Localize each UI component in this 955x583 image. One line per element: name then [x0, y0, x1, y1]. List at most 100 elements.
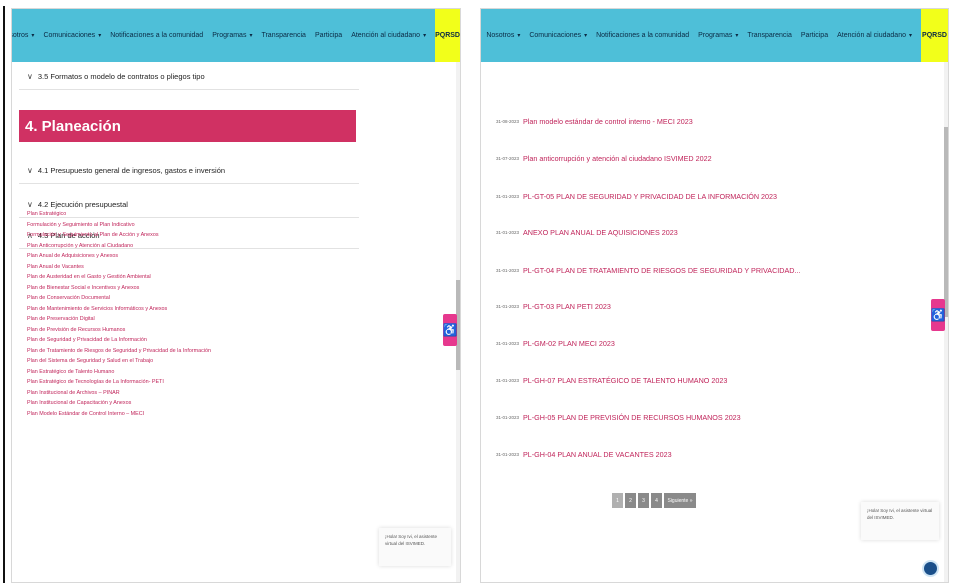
- chevron-down-icon: ▾: [735, 33, 739, 39]
- nav-item-label: Comunicaciones: [43, 32, 96, 39]
- nav-item-comunicaciones[interactable]: Comunicaciones ▾: [529, 32, 587, 39]
- nav-item-transparencia[interactable]: Transparencia: [261, 32, 306, 39]
- nav-item-notificaciones-a-la-comunidad[interactable]: Notificaciones a la comunidad: [110, 32, 203, 39]
- document-date: 31-08-2023: [496, 119, 520, 124]
- nav-item-participa[interactable]: Participa: [801, 32, 828, 39]
- plan-link[interactable]: Plan de Preservación Digital: [27, 314, 211, 325]
- accessibility-button[interactable]: ♿: [931, 299, 945, 331]
- plan-link[interactable]: Plan de Seguridad y Privacidad de La Inf…: [27, 335, 211, 346]
- plan-link[interactable]: Plan Estratégico: [27, 209, 211, 220]
- nav-item-label: Notificaciones a la comunidad: [596, 32, 690, 39]
- action-plan-list: Plan Estratégico Formulación y Seguimient…: [27, 209, 211, 419]
- document-title-link[interactable]: Plan anticorrupción y atención al ciudad…: [523, 154, 712, 163]
- nav-item-label: Participa: [800, 32, 829, 39]
- chat-launcher-icon[interactable]: [922, 560, 939, 577]
- nav-item-label: Programas: [212, 32, 247, 39]
- nav-item-nosotros[interactable]: Nosotros▾: [486, 32, 520, 39]
- document-row[interactable]: 31-01-2023 PL-GH-04 PLAN ANUAL DE VACANTE…: [496, 450, 672, 459]
- plan-link[interactable]: Plan Estratégico de Tecnologías de La In…: [27, 377, 211, 388]
- document-title-link[interactable]: PL-GT-04 PLAN DE TRATAMIENTO DE RIESGOS …: [523, 266, 800, 275]
- document-row[interactable]: 31-01-2023 PL-GM-02 PLAN MECI 2023: [496, 339, 615, 348]
- document-row[interactable]: 31-01-2023 PL-GH-05 PLAN DE PREVISIÓN DE …: [496, 413, 741, 422]
- page-button-4[interactable]: 4: [651, 493, 662, 508]
- plan-link[interactable]: Plan Modelo Estándar de Control Interno …: [27, 409, 211, 420]
- plan-link[interactable]: Plan del Sistema de Seguridad y Salud en…: [27, 356, 211, 367]
- next-page-button[interactable]: Siguiente »: [664, 493, 696, 508]
- document-title-link[interactable]: ANEXO PLAN ANUAL DE AQUISICIONES 2023: [523, 228, 678, 237]
- document-date: 31-01-2023: [496, 452, 520, 457]
- chevron-down-icon: ▾: [249, 33, 253, 39]
- accordion-label: 3.5 Formatos o modelo de contratos o pli…: [37, 72, 205, 81]
- plan-link[interactable]: Plan Institucional de Archivos – PINAR: [27, 388, 211, 399]
- plan-link[interactable]: Plan de Austeridad en el Gasto y Gestión…: [27, 272, 211, 283]
- document-title-link[interactable]: PL-GT-05 PLAN DE SEGURIDAD Y PRIVACIDAD …: [523, 192, 777, 201]
- pqrsd-button[interactable]: PQRSD: [921, 9, 948, 62]
- nav-item-notificaciones-a-la-comunidad[interactable]: Notificaciones a la comunidad: [596, 32, 689, 39]
- nav-item-programas[interactable]: Programas ▾: [212, 32, 252, 39]
- plan-link[interactable]: Plan de Tratamiento de Riesgos de Seguri…: [27, 346, 211, 357]
- nav-item-label: Programas: [698, 32, 733, 39]
- document-title-link[interactable]: PL-GH-04 PLAN ANUAL DE VACANTES 2023: [523, 450, 672, 459]
- document-row[interactable]: 31-01-2023 PL-GH-07 PLAN ESTRATÉGICO DE T…: [496, 376, 727, 385]
- nav-item-nosotros[interactable]: Nosotros▾: [12, 32, 34, 39]
- accessibility-icon: ♿: [930, 308, 946, 322]
- document-row[interactable]: 31-01-2023 PL-GT-05 PLAN DE SEGURIDAD Y P…: [496, 192, 777, 201]
- plan-link[interactable]: Formulación y Seguimiento al Plan de Acc…: [27, 230, 211, 241]
- document-date: 31-01-2023: [496, 268, 520, 273]
- chevron-down-icon: ▾: [517, 33, 521, 39]
- virtual-assistant-bubble[interactable]: ¡Hola! Soy Ivi, el asistente virtual del…: [861, 502, 939, 540]
- document-title-link[interactable]: PL-GH-05 PLAN DE PREVISIÓN DE RECURSOS H…: [523, 413, 741, 422]
- nav-item-transparencia[interactable]: Transparencia: [747, 32, 792, 39]
- plan-link[interactable]: Plan Institucional de Capacitación y Ane…: [27, 398, 211, 409]
- accessibility-button[interactable]: ♿: [443, 314, 457, 346]
- plan-link[interactable]: Plan de Bienestar Social e Incentivos y …: [27, 283, 211, 294]
- plan-link[interactable]: Plan Anual de Vacantes: [27, 262, 211, 273]
- screenshot-frame: Nosotros▾Comunicaciones▾Notificaciones a…: [0, 0, 955, 583]
- transparency-content: ∨ 3.5 Formatos o modelo de contratos o p…: [12, 62, 448, 582]
- page-button-3[interactable]: 3: [638, 493, 649, 508]
- document-title-link[interactable]: PL-GM-02 PLAN MECI 2023: [523, 339, 615, 348]
- accessibility-icon: ♿: [442, 323, 458, 337]
- left-browser-pane: Nosotros▾Comunicaciones▾Notificaciones a…: [11, 8, 461, 583]
- document-date: 31-01-2023: [496, 230, 520, 235]
- plan-link[interactable]: Formulación y Seguimiento al Plan Indica…: [27, 220, 211, 231]
- plan-link[interactable]: Plan Anual de Adquisiciones y Anexos: [27, 251, 211, 262]
- chevron-down-icon: ▾: [584, 33, 588, 39]
- document-row[interactable]: 31-01-2023 PL-GT-03 PLAN PETI 2023: [496, 302, 611, 311]
- page-button-1[interactable]: 1: [612, 493, 623, 508]
- nav-item-comunicaciones[interactable]: Comunicaciones ▾: [43, 32, 101, 39]
- nav-item-participa[interactable]: Participa: [315, 32, 342, 39]
- accordion-contract-formats[interactable]: ∨ 3.5 Formatos o modelo de contratos o p…: [19, 64, 359, 90]
- document-row[interactable]: 31-01-2023 PL-GT-04 PLAN DE TRATAMIENTO D…: [496, 266, 800, 275]
- chevron-down-icon: ▾: [423, 33, 427, 39]
- virtual-assistant-bubble[interactable]: ¡Hola! Soy Ivi, el asistente virtual del…: [379, 528, 451, 566]
- document-date: 31-01-2023: [496, 378, 520, 383]
- nav-item-label: Nosotros: [486, 32, 515, 39]
- right-browser-pane: Nosotros ▾ Comunicaciones ▾ Notificaciones a…: [480, 8, 949, 583]
- accordion-budget[interactable]: ∨ 4.1 Presupuesto general de ingresos, g…: [19, 158, 359, 184]
- document-row[interactable]: 31-08-2023 Plan modelo estándar de contro…: [496, 117, 693, 126]
- nav-item-programas[interactable]: Programas ▾: [698, 32, 738, 39]
- nav-item-atención-al-ciudadano[interactable]: Atención al ciudadano ▾: [837, 32, 912, 39]
- page-button-2[interactable]: 2: [625, 493, 636, 508]
- document-title-link[interactable]: PL-GH-07 PLAN ESTRATÉGICO DE TALENTO HUM…: [523, 376, 727, 385]
- plan-link[interactable]: Plan Estratégico de Talento Humano: [27, 367, 211, 378]
- document-title-link[interactable]: PL-GT-03 PLAN PETI 2023: [523, 302, 611, 311]
- nav-item-label: Transparencia: [261, 32, 306, 39]
- nav-item-label: Transparencia: [747, 32, 792, 39]
- plan-link[interactable]: Plan de Previsión de Recursos Humanos: [27, 325, 211, 336]
- accordion-label: 4.1 Presupuesto general de ingresos, gas…: [37, 166, 226, 175]
- document-row[interactable]: 31-07-2023 Plan anticorrupción y atención…: [496, 154, 712, 163]
- document-title-link[interactable]: Plan modelo estándar de control interno …: [523, 117, 693, 126]
- accordion-label: 4.2 Ejecución presupuestal: [37, 200, 128, 209]
- chevron-down-icon: ∨: [27, 200, 33, 209]
- nav-item-atención-al-ciudadano[interactable]: Atención al ciudadano ▾: [351, 32, 426, 39]
- plan-link[interactable]: Plan Anticorrupción y Atención al Ciudad…: [27, 241, 211, 252]
- plan-link[interactable]: Plan de Conservación Documental: [27, 293, 211, 304]
- pqrsd-button[interactable]: PQRSD: [435, 9, 460, 62]
- plan-link[interactable]: Plan de Mantenimiento de Servicios Infor…: [27, 304, 211, 315]
- scrollbar-thumb[interactable]: [944, 127, 948, 317]
- nav-item-label: Participa: [314, 32, 343, 39]
- pagination: 1 2 3 4 Siguiente »: [612, 493, 698, 508]
- document-row[interactable]: 31-01-2023 ANEXO PLAN ANUAL DE AQUISICION…: [496, 228, 678, 237]
